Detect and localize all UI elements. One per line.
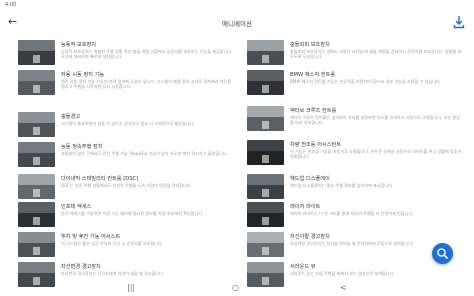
- search-icon: [437, 248, 448, 259]
- list-item[interactable]: BMW 제스처 컨트롤 BMW 제스처 컨트롤 기능은 손동작을 이용하여 iD…: [247, 70, 462, 99]
- item-title: 자동 시동 정지 기능: [61, 72, 105, 78]
- app-bar: ← 애니메이션: [0, 12, 474, 34]
- item-title: 헤드업 디스플레이: [290, 176, 330, 182]
- item-title: 서라운드 뷰: [290, 264, 316, 270]
- list-item[interactable]: 자동 시동 정지 기능 엔진 시동 정지 기능 기능은 연료 절약에 도움이 됩…: [18, 70, 233, 99]
- list-item[interactable]: 헤드업 디스플레이 헤드업 디스플레이는 중요 주행 정보를 앞유리에 표시합니…: [247, 174, 462, 203]
- thumbnail: [18, 112, 55, 137]
- list-item[interactable]: 능동적 보호장치 능동적 보호장치는 위험한 주행 상황 혹은 충돌 위험 상황…: [18, 40, 233, 69]
- list-item[interactable]: 액티브 크루즈 컨트롤 액티브 크루즈 컨트롤은 앞차와의 거리를 설정하면 속…: [247, 106, 462, 135]
- page-title: 애니메이션: [222, 20, 252, 28]
- recent-apps-button[interactable]: |||: [127, 283, 135, 292]
- thumbnail: [18, 142, 55, 167]
- item-description: 이 시스템은 좁은 공간 주차와 후진 시 운전자를 보조합니다.: [61, 241, 164, 246]
- item-title: 차선이탈 경고장치: [290, 234, 330, 240]
- item-description: DSC는 어떤 주행 상황에서도 안정적 주행을 도와 차량의 안정을 유지합니…: [61, 183, 192, 188]
- list-item[interactable]: 능동 정속주행 장치 교통량이 많은 곳에서도 간단 주행 기능 Stop&Go…: [18, 142, 233, 171]
- list-item[interactable]: 레이저 라이트 레이저 라이트는 더 먼 거리를 밝게 비추어 주행을 더 안전…: [247, 202, 462, 231]
- thumbnail: [247, 106, 284, 131]
- list-item[interactable]: 인포테 엑세스 원격 엑세스를 이용하면 차량 기능 제어에 필요한 정보를 차…: [18, 202, 233, 231]
- home-button[interactable]: ○: [232, 283, 239, 292]
- item-description: 교통량이 많은 곳에서도 간단 주행 기능 Stop&Go 기능이 앞차 속도에…: [61, 151, 228, 156]
- nav-back-button[interactable]: <: [340, 283, 347, 292]
- item-description: 엔진 시동 정지 기능 기능은 연료 절약에 도움이 됩니다. 시스템이 예를 …: [61, 79, 232, 90]
- thumbnail: [247, 40, 284, 65]
- item-title: 인포테 엑세스: [61, 204, 92, 210]
- item-title: 차선변경 경고장치: [61, 264, 101, 270]
- item-description: 충돌회피 보조장치는 앞에서 차량이 나타날 때 충돌 위험을 감지하고 운전자…: [290, 49, 462, 60]
- item-description: 이 기능은 전조등 기능을 자동으로 조절합니다. 어두운 곳에서 자동으로 라…: [290, 149, 462, 160]
- item-title: 다이내믹 스태빌리티 컨트롤 [DSC]: [61, 176, 139, 182]
- list-item[interactable]: 주차 및 후진 기능 어시스트 이 시스템은 좁은 공간 주차와 후진 시 운전…: [18, 232, 233, 261]
- item-description: 레이저 라이트는 더 먼 거리를 밝게 비추어 주행을 더 안전하게 만듭니다.: [290, 211, 414, 216]
- item-title: 주차 및 후진 기능 어시스트: [61, 234, 121, 240]
- thumbnail: [18, 40, 55, 65]
- item-description: 능동적 보호장치는 위험한 주행 상황 혹은 충돌 위험 상황에서 탑승자를 보…: [61, 49, 233, 60]
- item-title: 충돌회피 보조장치: [290, 42, 330, 48]
- list-item[interactable]: 차선이탈 경고장치 차선이탈 경고장치는 차선을 벗어날 때 운전자에게 진동으…: [247, 232, 462, 261]
- status-time: 4:00: [5, 2, 17, 8]
- thumbnail: [247, 140, 284, 165]
- thumbnail: [18, 232, 55, 257]
- status-bar: 4:00: [0, 0, 474, 10]
- thumbnail: [247, 202, 284, 227]
- thumbnail: [247, 174, 284, 199]
- item-description: 원격 엑세스를 이용하면 차량 기능 제어에 필요한 정보를 차량 외부에서 확…: [61, 211, 204, 216]
- item-title: 차량 전조등 어시스턴트: [290, 142, 342, 148]
- item-title: 레이저 라이트: [290, 204, 321, 210]
- item-description: 액티브 크루즈 컨트롤은 앞차와의 거리를 설정하면 속도를 유지하고 자동으로…: [290, 115, 461, 126]
- item-title: 능동적 보호장치: [61, 42, 97, 48]
- thumbnail: [247, 232, 284, 257]
- thumbnail: [18, 70, 55, 95]
- list-item[interactable]: 충돌경고 시스템이 충돌위험이 있을 수 있다고 경고하고 필요 시 자체적으로…: [18, 112, 233, 141]
- item-title: 능동 정속주행 장치: [61, 144, 103, 150]
- item-description: BMW 제스처 컨트롤 기능은 손동작을 이용하여 iDrive 일부 기능을 …: [290, 79, 442, 84]
- thumbnail: [18, 174, 55, 199]
- system-nav-bar: ||| ○ <: [0, 282, 474, 296]
- list-item[interactable]: 충돌회피 보조장치 충돌회피 보조장치는 앞에서 차량이 나타날 때 충돌 위험…: [247, 40, 462, 69]
- download-icon[interactable]: [453, 15, 465, 29]
- item-title: 액티브 크루즈 컨트롤: [290, 108, 337, 114]
- thumbnail: [247, 70, 284, 95]
- animation-list: 능동적 보호장치 능동적 보호장치는 위험한 주행 상황 혹은 충돌 위험 상황…: [0, 36, 474, 287]
- item-description: 헤드업 디스플레이는 중요 주행 정보를 앞유리에 표시합니다.: [290, 183, 394, 188]
- item-description: 시스템이 충돌위험이 있을 수 있다고 경고하고 필요 시 자체적으로 제동합니…: [61, 121, 195, 126]
- search-button[interactable]: [432, 243, 453, 264]
- list-item[interactable]: 다이내믹 스태빌리티 컨트롤 [DSC] DSC는 어떤 주행 상황에서도 안정…: [18, 174, 233, 203]
- item-title: 충돌경고: [61, 114, 81, 120]
- thumbnail: [18, 202, 55, 227]
- list-item[interactable]: 차량 전조등 어시스턴트 이 기능은 전조등 기능을 자동으로 조절합니다. 어…: [247, 140, 462, 169]
- item-title: BMW 제스처 컨트롤: [290, 72, 336, 78]
